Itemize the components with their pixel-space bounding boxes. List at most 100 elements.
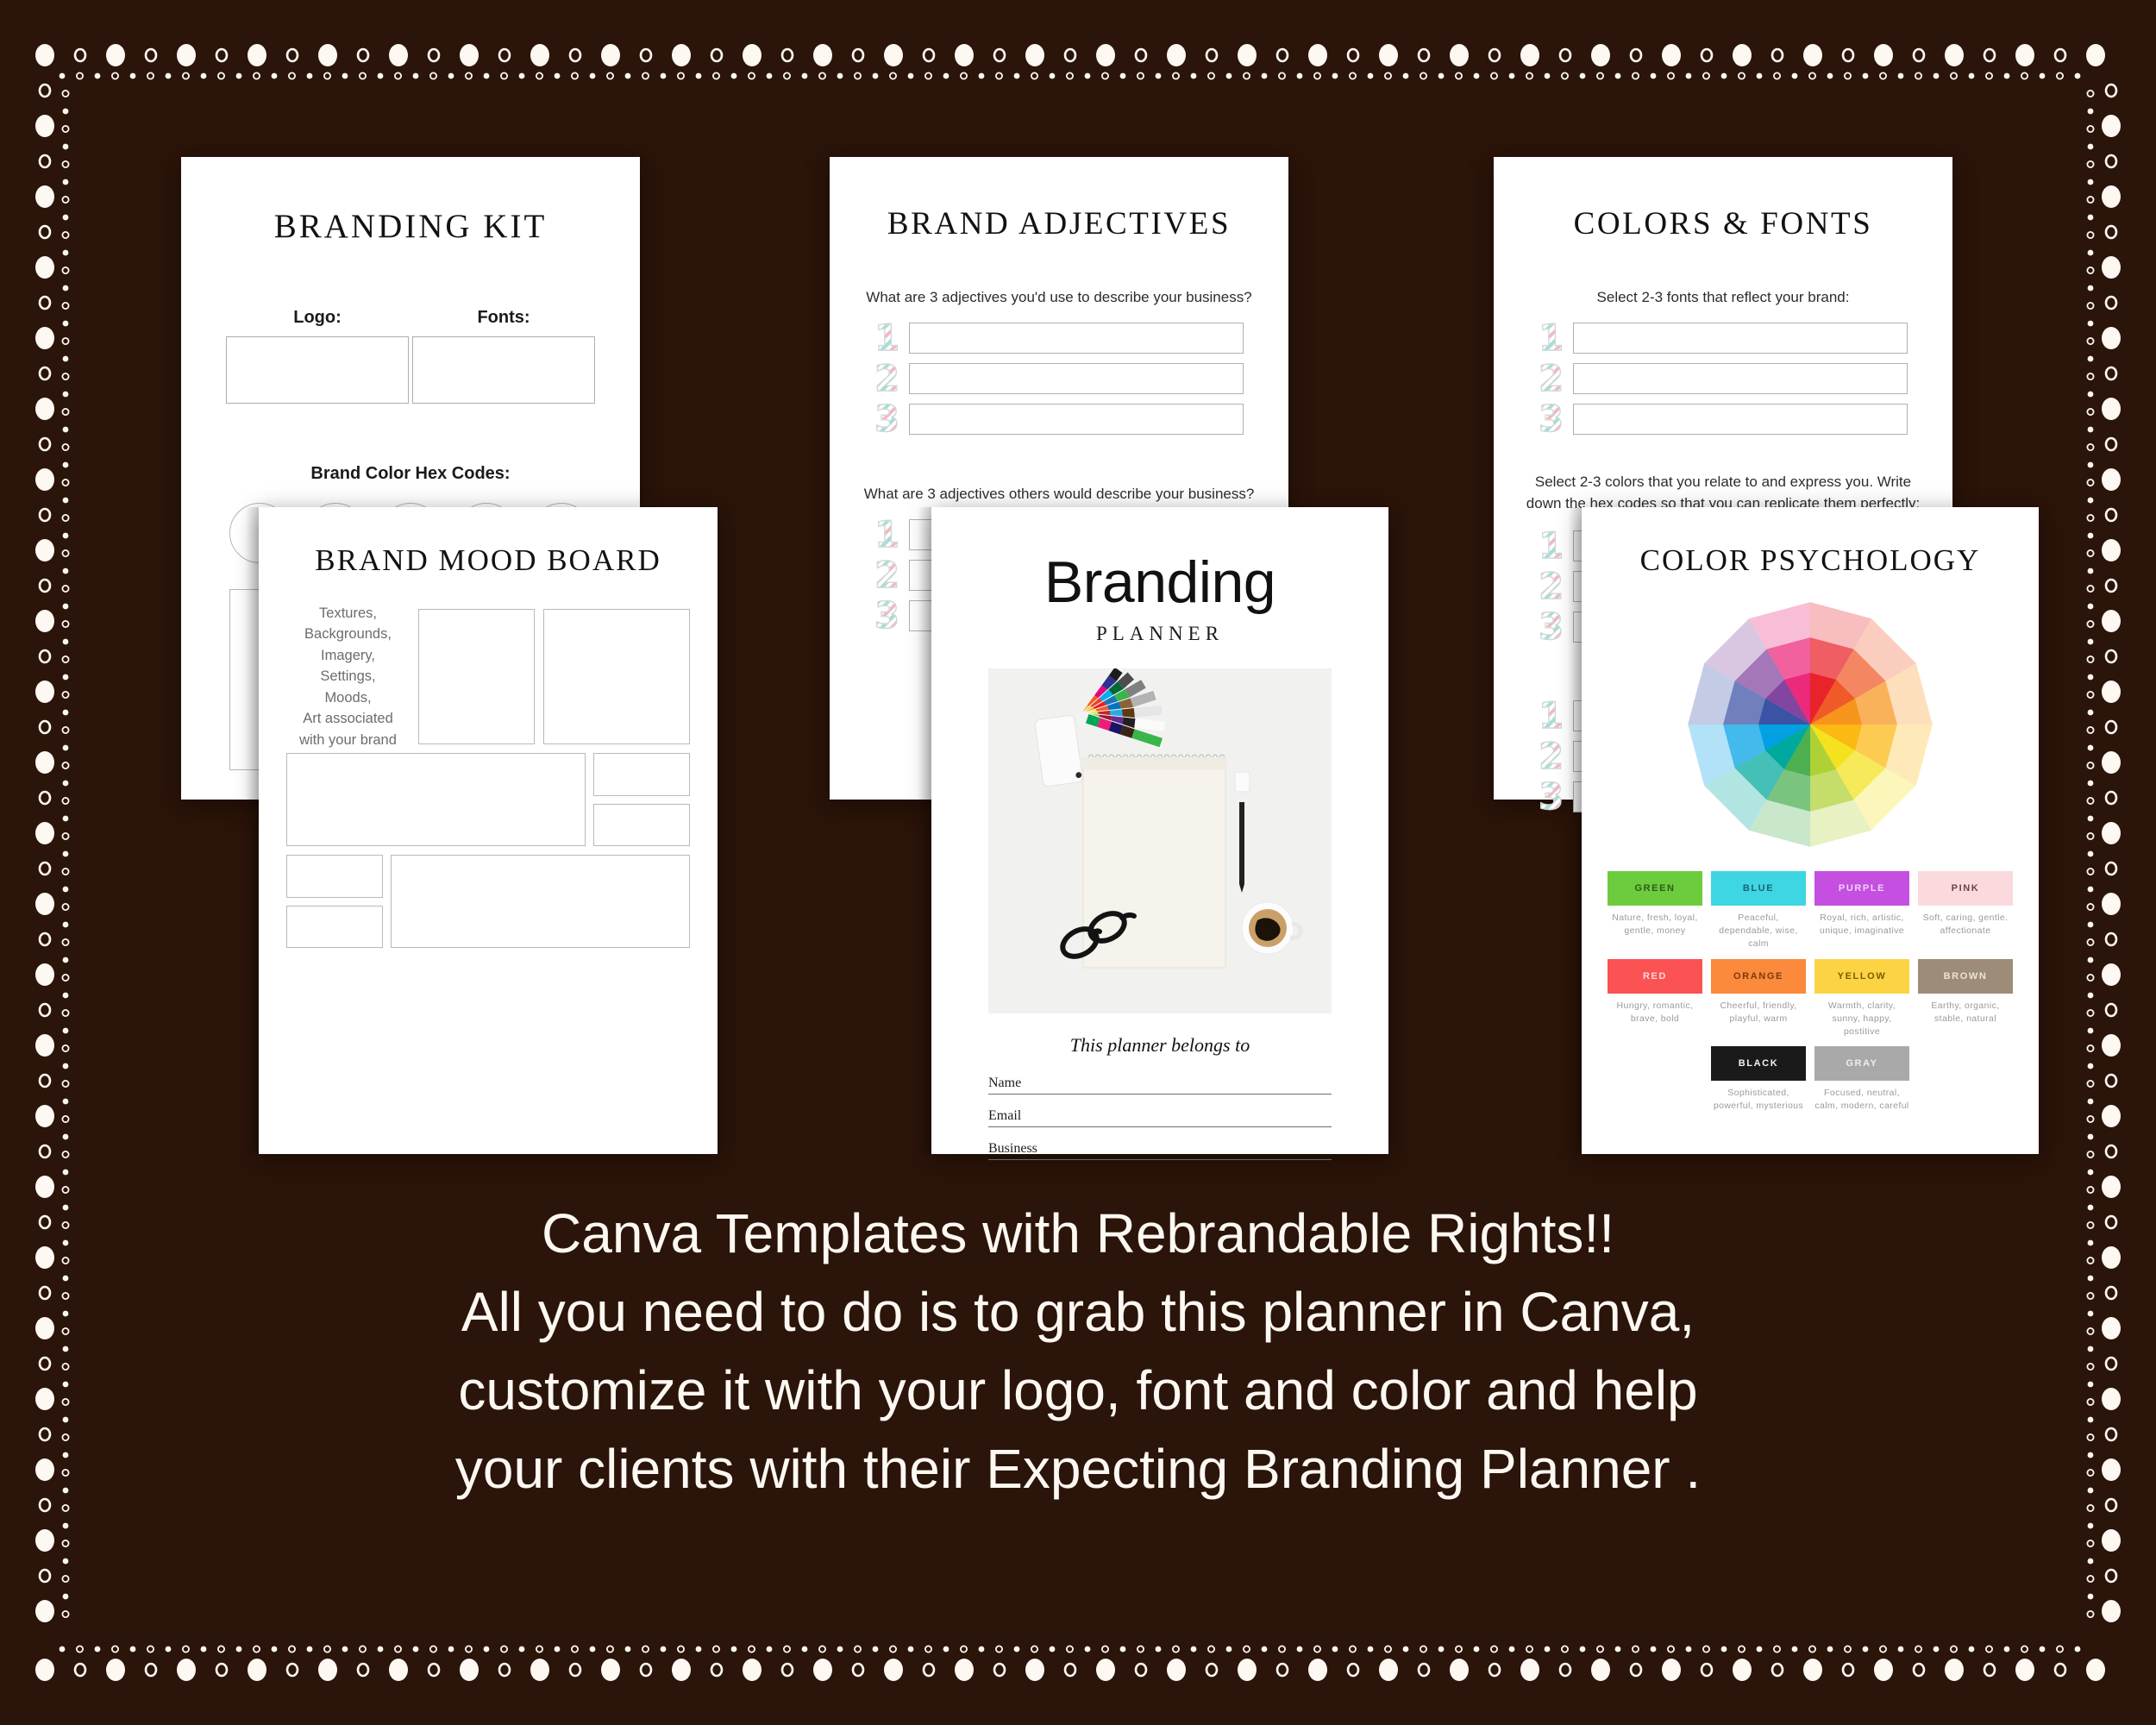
adjectives-question-1: What are 3 adjectives you'd use to descr… bbox=[866, 289, 1252, 305]
planner-field-label: Email bbox=[988, 1108, 1022, 1123]
mood-board-slot[interactable] bbox=[593, 753, 690, 796]
planner-field-email[interactable]: Email bbox=[988, 1108, 1332, 1127]
list-number-icon: 2 bbox=[874, 360, 909, 397]
numbered-input-row: 3 bbox=[874, 400, 1244, 437]
font-input-2[interactable] bbox=[1573, 363, 1908, 394]
mood-board-slot[interactable] bbox=[286, 753, 586, 846]
planner-field-line[interactable] bbox=[988, 1126, 1332, 1127]
swatch-chip: RED bbox=[1608, 958, 1702, 994]
mood-board-slot[interactable] bbox=[286, 855, 383, 898]
planner-belongs-to-label: This planner belongs to bbox=[1069, 1034, 1250, 1056]
numbered-input-row: 2 bbox=[874, 360, 1244, 397]
card-branding-planner-cover[interactable]: Branding PLANNER This planner belongs to… bbox=[918, 507, 1388, 1160]
logo-box[interactable] bbox=[226, 336, 409, 404]
adjective-input-1b[interactable] bbox=[909, 363, 1244, 394]
mood-board-grid: Textures, Backgrounds, Imagery, Settings… bbox=[286, 605, 690, 948]
swatch-description: Focused, neutral, calm, modern, careful bbox=[1814, 1088, 1909, 1112]
swatch-description: Royal, rich, artistic, unique, imaginati… bbox=[1819, 913, 1905, 936]
list-number-icon: 1 bbox=[874, 319, 909, 356]
list-number-icon: 2 bbox=[1538, 737, 1573, 775]
swatch-name: BROWN bbox=[1943, 970, 1988, 982]
adjective-input-1a[interactable] bbox=[909, 323, 1244, 354]
numbered-input-row: 3 bbox=[1538, 400, 1908, 437]
swatch-chip: BLUE bbox=[1711, 871, 1806, 906]
caption-line-1: Canva Templates with Rebrandable Rights!… bbox=[542, 1202, 1614, 1264]
mood-caption-line: Art associated bbox=[303, 711, 393, 727]
planner-cover-photo bbox=[988, 668, 1332, 1013]
numbered-input-row: 1 bbox=[1538, 319, 1908, 356]
adjective-input-1c[interactable] bbox=[909, 404, 1244, 435]
mood-board-slot[interactable] bbox=[593, 803, 690, 846]
planner-field-name[interactable]: Name bbox=[988, 1076, 1332, 1095]
poster-stage: BRANDING KIT Logo: Fonts: Brand Color He… bbox=[0, 0, 2156, 1725]
numbered-input-row: 1 bbox=[874, 319, 1244, 356]
color-swatch-black[interactable]: BLACK Sophisticated, powerful, mysteriou… bbox=[1711, 1046, 1806, 1113]
swatch-description: Sophisticated, powerful, mysterious bbox=[1713, 1088, 1804, 1112]
mood-caption-line: Imagery, bbox=[321, 647, 375, 663]
card-color-psychology[interactable]: COLOR PSYCHOLOGY GREEN Nature, fresh, lo… bbox=[1568, 507, 2039, 1154]
list-number-icon: 3 bbox=[1538, 608, 1573, 645]
swatch-description: Warmth, clarity, sunny, happy, postitive bbox=[1827, 1000, 1896, 1037]
color-swatch-brown[interactable]: BROWN Earthy, organic, stable, natural bbox=[1918, 958, 2013, 1038]
mood-board-row-2 bbox=[286, 753, 690, 846]
brand-adjectives-title: BRAND ADJECTIVES bbox=[887, 206, 1232, 242]
planner-field-line[interactable] bbox=[988, 1159, 1332, 1160]
swatch-chip: GRAY bbox=[1814, 1046, 1909, 1082]
list-number-icon: 2 bbox=[1538, 360, 1573, 397]
mood-board-slot[interactable] bbox=[418, 609, 535, 744]
color-swatch-purple[interactable]: PURPLE Royal, rich, artistic, unique, im… bbox=[1814, 871, 1909, 950]
list-number-icon: 1 bbox=[1538, 319, 1573, 356]
color-swatch-blue[interactable]: BLUE Peaceful, dependable, wise, calm bbox=[1711, 871, 1806, 950]
mood-board-slot[interactable] bbox=[543, 609, 690, 744]
swatch-name: RED bbox=[1642, 970, 1668, 982]
swatch-description: Earthy, organic, stable, natural bbox=[1931, 1000, 2000, 1024]
planner-owner-fields: Name Email Business bbox=[988, 1076, 1332, 1160]
planner-field-line[interactable] bbox=[988, 1094, 1332, 1095]
color-swatch-row: GREEN Nature, fresh, loyal, gentle, mone… bbox=[1608, 871, 2013, 950]
branding-kit-title: BRANDING KIT bbox=[273, 208, 548, 245]
swatch-chip: GREEN bbox=[1608, 871, 1702, 906]
logo-label: Logo: bbox=[293, 308, 342, 327]
mood-board-row-3 bbox=[286, 855, 690, 948]
color-swatch-yellow[interactable]: YELLOW Warmth, clarity, sunny, happy, po… bbox=[1814, 958, 1909, 1038]
color-swatch-red[interactable]: RED Hungry, romantic, brave, bold bbox=[1608, 958, 1702, 1038]
fonts-answer-group: 1 2 3 bbox=[1538, 319, 1908, 437]
swatch-chip: ORANGE bbox=[1711, 958, 1806, 994]
list-number-icon: 3 bbox=[874, 597, 909, 634]
color-swatch-gray[interactable]: GRAY Focused, neutral, calm, modern, car… bbox=[1814, 1046, 1909, 1113]
swatch-description: Peaceful, dependable, wise, calm bbox=[1719, 913, 1798, 949]
swatch-chip: PURPLE bbox=[1814, 871, 1909, 906]
color-swatch-row: BLACK Sophisticated, powerful, mysteriou… bbox=[1608, 1046, 2013, 1113]
swatch-chip: PINK bbox=[1918, 871, 2013, 906]
planner-field-label: Business bbox=[988, 1141, 1037, 1156]
font-input-1[interactable] bbox=[1573, 323, 1908, 354]
color-swatch-orange[interactable]: ORANGE Cheerful, friendly, playful, warm bbox=[1711, 958, 1806, 1038]
swatch-name: BLUE bbox=[1742, 883, 1775, 894]
promo-caption: Canva Templates with Rebrandable Rights!… bbox=[0, 1195, 2156, 1509]
mood-caption-line: with your brand bbox=[299, 731, 397, 748]
swatch-description: Soft, caring, gentle. affectionate bbox=[1922, 913, 2009, 936]
swatch-chip: BROWN bbox=[1918, 958, 2013, 994]
fonts-group: Fonts: bbox=[412, 308, 595, 404]
card-brand-mood-board[interactable]: BRAND MOOD BOARD Textures, Backgrounds, … bbox=[245, 507, 718, 1154]
fonts-box[interactable] bbox=[412, 336, 595, 404]
mood-board-slot-stack bbox=[593, 753, 690, 846]
font-input-3[interactable] bbox=[1573, 404, 1908, 435]
swatch-chip: YELLOW bbox=[1814, 958, 1909, 994]
colors-fonts-title: COLORS & FONTS bbox=[1573, 206, 1873, 242]
fonts-label: Fonts: bbox=[477, 308, 530, 327]
flatlay-illustration bbox=[988, 668, 1332, 1013]
color-swatch-green[interactable]: GREEN Nature, fresh, loyal, gentle, mone… bbox=[1608, 871, 1702, 950]
caption-line-3: customize it with your logo, font and co… bbox=[458, 1358, 1698, 1421]
planner-field-label: Name bbox=[988, 1076, 1022, 1090]
mood-caption-line: Backgrounds, bbox=[304, 626, 392, 643]
color-wheel-wrap bbox=[1582, 595, 2039, 854]
swatch-description: Nature, fresh, loyal, gentle, money bbox=[1612, 913, 1698, 936]
color-psychology-title: COLOR PSYCHOLOGY bbox=[1639, 543, 1981, 577]
planner-title: Branding bbox=[1044, 549, 1276, 615]
color-swatch-pink[interactable]: PINK Soft, caring, gentle. affectionate bbox=[1918, 871, 2013, 950]
adjectives-answer-group-1: 1 2 3 bbox=[874, 319, 1244, 437]
mood-board-slot[interactable] bbox=[391, 855, 690, 948]
planner-field-business[interactable]: Business bbox=[988, 1141, 1332, 1160]
mood-board-slot[interactable] bbox=[286, 905, 383, 948]
